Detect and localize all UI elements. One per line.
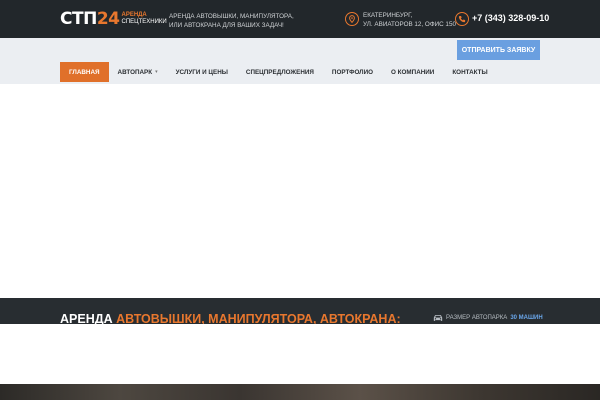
fleet-label: РАЗМЕР АВТОПАРКА [446,315,508,321]
tagline: АРЕНДА АВТОВЫШКИ, МАНИПУЛЯТОРА, ИЛИ АВТО… [169,12,294,30]
fleet-value: 30 МАШИН [510,315,543,321]
banner-headline: АРЕНДА АВТОВЫШКИ, МАНИПУЛЯТОРА, АВТОКРАН… [60,312,401,324]
menu-item-label: СПЕЦПРЕДЛОЖЕНИЯ [245,68,314,76]
menu-item-fleet[interactable]: АВТОПАРК ▾ [109,62,167,82]
photo-banner [0,384,600,400]
logo-subtitle-line-1: АРЕНДА [121,12,147,18]
menu-item-label: ПОРТФОЛИО [331,68,374,76]
logo-main-text: СТП [60,9,97,29]
logo[interactable]: СТП 24 АРЕНДА СПЕЦТЕХНИКИ [60,9,167,29]
menu-item-label: О КОМПАНИИ [391,68,435,76]
location-pin-icon [345,12,359,26]
menu-item-special-offers[interactable]: СПЕЦПРЕДЛОЖЕНИЯ [237,62,323,82]
menu-item-label: КОНТАКТЫ [452,68,488,76]
menu-item-label: УСЛУГИ И ЦЕНЫ [175,68,228,76]
phone-icon [455,12,469,26]
phone-number[interactable]: +7 (343) 328-09-10 [472,13,549,23]
headline-accent: АВТОВЫШКИ, МАНИПУЛЯТОРА, АВТОКРАНА: [116,312,401,324]
menu-item-home[interactable]: ГЛАВНАЯ [60,62,109,82]
menu-item-services-prices[interactable]: УСЛУГИ И ЦЕНЫ [167,62,237,82]
car-icon [433,315,443,321]
logo-subtitle: АРЕНДА СПЕЦТЕХНИКИ [121,12,166,26]
banner-strip: АРЕНДА АВТОВЫШКИ, МАНИПУЛЯТОРА, АВТОКРАН… [0,298,600,324]
fleet-size: РАЗМЕР АВТОПАРКА 30 МАШИН [433,314,543,322]
logo-number-text: 24 [96,9,120,29]
menu-item-about[interactable]: О КОМПАНИИ [382,62,443,82]
chevron-down-icon: ▾ [155,69,158,75]
send-request-button[interactable]: ОТПРАВИТЬ ЗАЯВКУ [457,40,540,60]
top-bar: СТП 24 АРЕНДА СПЕЦТЕХНИКИ АРЕНДА АВТОВЫШК… [0,0,600,38]
logo-subtitle-line-2: СПЕЦТЕХНИКИ [121,19,167,25]
address-city: ЕКАТЕРИНБУРГ, [363,12,413,19]
menu-item-portfolio[interactable]: ПОРТФОЛИО [323,62,382,82]
main-menu: ГЛАВНАЯ АВТОПАРК ▾ УСЛУГИ И ЦЕНЫ СПЕЦПРЕ… [60,62,497,82]
menu-item-label: АВТОПАРК [117,68,153,76]
tagline-line-2: ИЛИ АВТОКРАНА ДЛЯ ВАШИХ ЗАДАЧ! [169,22,284,29]
tagline-line-1: АРЕНДА АВТОВЫШКИ, МАНИПУЛЯТОРА, [169,13,294,20]
address-street: УЛ. АВИАТОРОВ 12, ОФИС 150 [363,21,456,28]
address: ЕКАТЕРИНБУРГ, УЛ. АВИАТОРОВ 12, ОФИС 150 [363,11,456,29]
menu-item-contacts[interactable]: КОНТАКТЫ [443,62,496,82]
menu-item-label: ГЛАВНАЯ [69,68,100,76]
headline-plain: АРЕНДА [60,312,117,324]
